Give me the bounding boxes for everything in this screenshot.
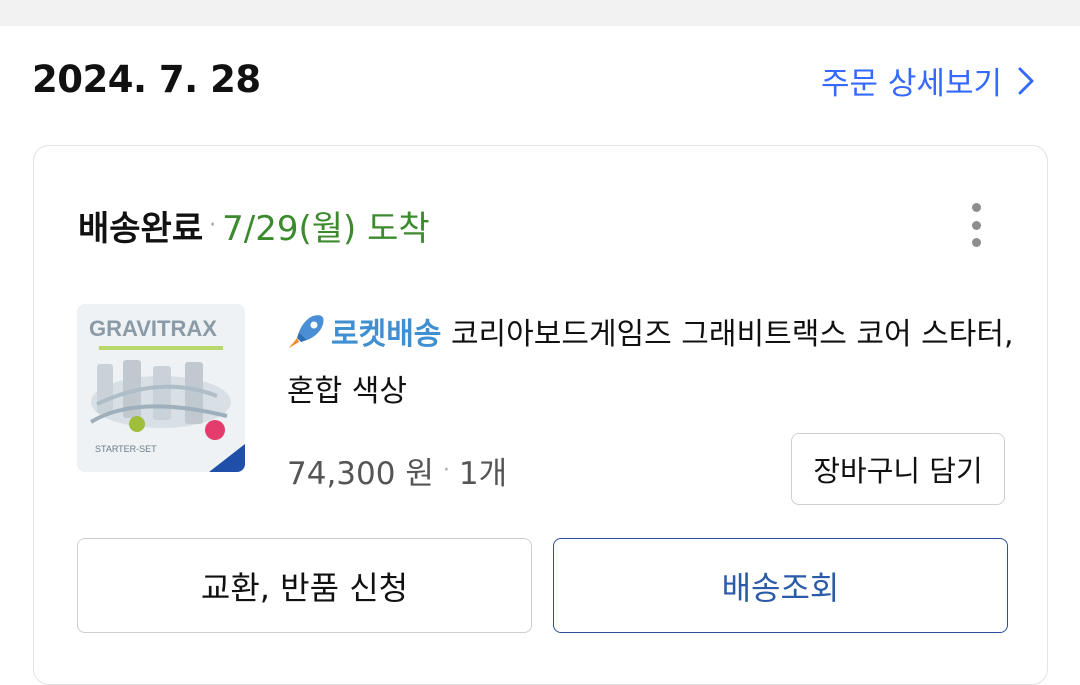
- product-price: 74,300 원: [287, 456, 434, 492]
- product-thumbnail[interactable]: GRAVITRAX STARTER-SET: [77, 304, 245, 472]
- rocket-delivery-badge: 로켓배송: [331, 317, 442, 352]
- order-detail-link[interactable]: 주문 상세보기: [821, 58, 1034, 103]
- chevron-right-icon: [1018, 67, 1034, 94]
- delivery-status: 배송완료 · 7/29(월) 도착: [78, 201, 430, 250]
- product-image: GRAVITRAX STARTER-SET: [77, 304, 245, 472]
- more-vertical-icon-dot: [971, 238, 981, 247]
- order-detail-link-label: 주문 상세보기: [821, 66, 1002, 102]
- rocket-icon: [289, 315, 324, 348]
- price-row: 74,300 원 · 1개: [287, 448, 507, 493]
- delivery-status-label: 배송완료: [78, 209, 204, 249]
- delivery-arrival-date: 7/29(월) 도착: [222, 209, 430, 249]
- more-vertical-icon-dot: [971, 203, 981, 212]
- more-vertical-icon-dot: [971, 220, 981, 230]
- status-separator: ·: [209, 213, 217, 238]
- product-image-caption: STARTER-SET: [95, 444, 157, 454]
- order-date: 2024. 7. 28: [32, 58, 261, 101]
- exchange-return-request-button[interactable]: 교환, 반품 신청: [77, 538, 532, 633]
- price-separator: ·: [442, 458, 450, 483]
- order-card: 배송완료 · 7/29(월) 도착 GRAVITRAX STARTER-SET: [33, 145, 1048, 685]
- product-title[interactable]: 로켓배송 코리아보드게임즈 그래비트랙스 코어 스타터, 혼합 색상: [287, 306, 1017, 420]
- product-quantity: 1개: [458, 456, 508, 492]
- product-image-logo: GRAVITRAX: [89, 316, 217, 341]
- more-options-button[interactable]: [961, 203, 991, 247]
- add-to-cart-button[interactable]: 장바구니 담기: [791, 433, 1005, 505]
- top-separator-band: [0, 0, 1080, 26]
- track-delivery-button[interactable]: 배송조회: [553, 538, 1008, 633]
